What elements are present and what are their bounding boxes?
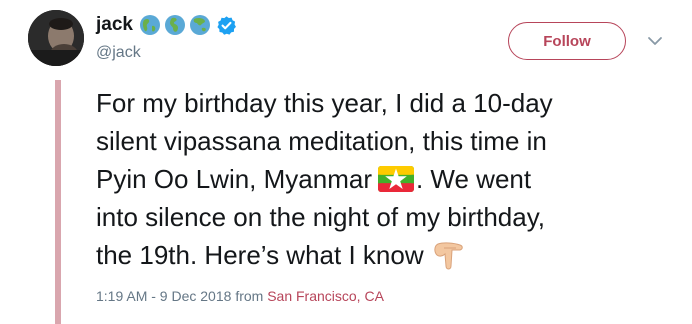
tweet-location-link[interactable]: San Francisco, CA [267,288,384,304]
tweet-line: into silence on the night of my birthday… [96,202,545,232]
tweet-line: For my birthday this year, I did a 10-da… [96,88,553,118]
tweet-timestamp[interactable]: 1:19 AM - 9 Dec 2018 [96,288,231,304]
avatar[interactable] [28,10,84,66]
backhand-index-pointing-down-icon [433,242,463,270]
globe-americas-icon [139,15,160,35]
globe-europe-africa-icon [164,15,185,35]
tweet-text: For my birthday this year, I did a 10-da… [96,84,676,274]
tweet-line-text: . We went [415,164,532,194]
tweet-card: jack @jack Follow For my birthday this y… [0,0,692,324]
user-handle[interactable]: @jack [96,44,141,62]
display-name[interactable]: jack [96,14,133,36]
verified-badge-icon [217,15,236,35]
tweet-line-text: Pyin Oo Lwin, Myanmar [96,164,372,194]
tweet-line-with-hand: the 19th. Here’s what I know [96,236,676,274]
myanmar-flag-icon [377,166,414,192]
tweet-line: silent vipassana meditation, this time i… [96,126,547,156]
globe-asia-australia-icon [189,15,210,35]
tweet-meta: 1:19 AM - 9 Dec 2018 from San Francisco,… [96,288,384,304]
tweet-line-with-flag: Pyin Oo Lwin, Myanmar . We went [96,160,676,198]
from-label: from [235,288,264,304]
follow-button[interactable]: Follow [508,22,626,60]
thread-line [55,80,61,324]
chevron-down-icon[interactable] [646,32,664,50]
display-name-row: jack [96,12,237,38]
tweet-line-text: the 19th. Here’s what I know [96,240,424,270]
